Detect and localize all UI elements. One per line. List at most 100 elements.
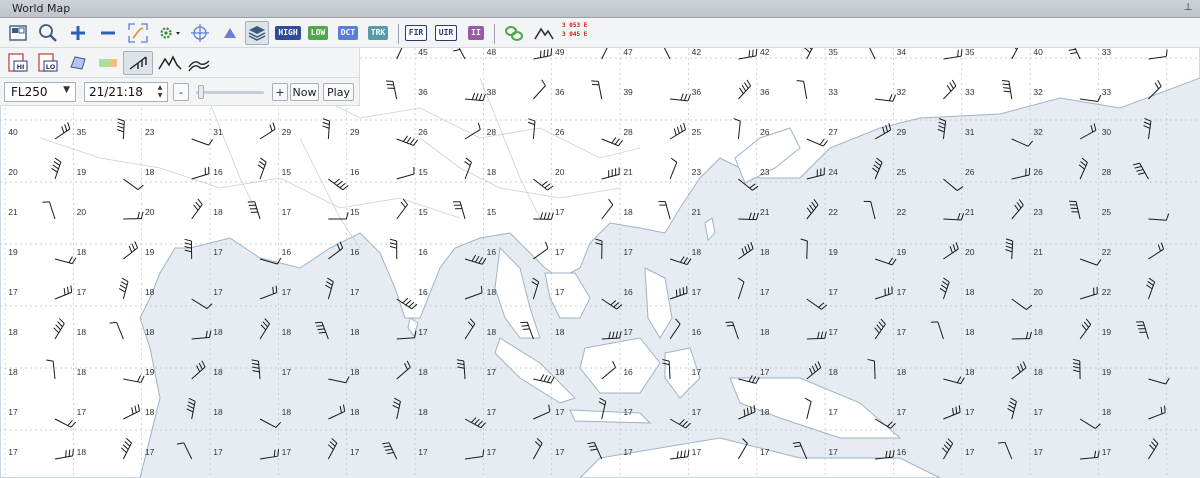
temperature-label: 18 bbox=[487, 327, 497, 337]
fit-route-icon[interactable] bbox=[126, 21, 150, 45]
wind-barb bbox=[1011, 167, 1031, 180]
temperature-label: 23 bbox=[1033, 207, 1043, 217]
temperature-label: 17 bbox=[213, 447, 223, 457]
zoom-search-icon[interactable] bbox=[36, 21, 60, 45]
toolbar-separator bbox=[494, 24, 495, 44]
temperature-label: 36 bbox=[555, 87, 565, 97]
uir-tag: UIR bbox=[434, 25, 458, 41]
contour-icon[interactable] bbox=[186, 51, 212, 75]
temperature-label: 33 bbox=[1102, 47, 1112, 57]
temperature-label: 29 bbox=[282, 127, 292, 137]
temperature-label: 18 bbox=[213, 367, 223, 377]
temperature-label: 18 bbox=[760, 327, 770, 337]
wind-barb bbox=[943, 376, 965, 385]
wind-barb bbox=[1072, 358, 1081, 380]
temperature-label: 17 bbox=[487, 367, 497, 377]
ii-toggle[interactable]: II bbox=[464, 21, 488, 45]
wind-barb bbox=[392, 397, 401, 420]
wind-barb bbox=[669, 418, 691, 429]
wind-barb bbox=[464, 285, 483, 300]
temperature-label: 17 bbox=[1033, 407, 1043, 417]
temperature-label: 35 bbox=[77, 127, 87, 137]
time-slider[interactable] bbox=[196, 85, 264, 99]
wind-barb bbox=[328, 376, 350, 384]
temperature-label: 18 bbox=[1033, 367, 1043, 377]
layers-icon[interactable] bbox=[245, 21, 269, 45]
zoom-out-icon[interactable] bbox=[96, 21, 120, 45]
dct-routes-toggle[interactable]: DCT bbox=[336, 21, 360, 45]
wind-barb bbox=[863, 200, 876, 220]
lo-chart-icon[interactable]: LO bbox=[36, 51, 60, 75]
temperature-label: 31 bbox=[213, 127, 223, 137]
temperature-label: 17 bbox=[692, 287, 702, 297]
temperature-label: 19 bbox=[77, 167, 87, 177]
temperature-label: 17 bbox=[623, 327, 633, 337]
temperature-label: 34 bbox=[897, 47, 907, 57]
temperature-label: 16 bbox=[350, 167, 360, 177]
toolbar-separator bbox=[398, 24, 399, 44]
wind-barb bbox=[806, 361, 822, 380]
landmass-new-guinea bbox=[729, 377, 902, 439]
flight-level-select[interactable]: FL250 ▼ bbox=[4, 82, 76, 102]
now-button[interactable]: Now bbox=[290, 83, 319, 101]
high-airways-toggle[interactable]: HIGH bbox=[275, 21, 301, 45]
trk-tag: TRK bbox=[367, 26, 389, 40]
temperature-label: 17 bbox=[213, 247, 223, 257]
temperature-label: 17 bbox=[77, 407, 87, 417]
temperature-label: 17 bbox=[487, 407, 497, 417]
temperature-label: 21 bbox=[1033, 247, 1043, 257]
terrain-chart-icon[interactable] bbox=[156, 51, 184, 75]
temperature-label: 40 bbox=[8, 127, 18, 137]
pin-icon[interactable]: ⊥ bbox=[1182, 1, 1194, 15]
play-button[interactable]: Play bbox=[323, 83, 354, 101]
temperature-label: 19 bbox=[1102, 367, 1112, 377]
zoom-in-icon[interactable] bbox=[66, 21, 90, 45]
temperature-label: 18 bbox=[77, 327, 87, 337]
settings-gear-dropdown-icon[interactable] bbox=[156, 21, 184, 45]
temperature-label: 17 bbox=[555, 407, 565, 417]
fir-boundaries-toggle[interactable]: FIR bbox=[404, 21, 428, 45]
temperature-label: 38 bbox=[487, 87, 497, 97]
wind-barb bbox=[872, 157, 883, 180]
triangle-marker-icon[interactable] bbox=[218, 21, 242, 45]
temperature-label: 17 bbox=[1033, 447, 1043, 457]
wind-barb bbox=[533, 404, 551, 420]
time-increase-button[interactable]: + bbox=[272, 83, 288, 101]
wind-barb bbox=[464, 254, 487, 265]
area-shape-icon[interactable] bbox=[66, 51, 90, 75]
hi-chart-icon[interactable]: HI bbox=[6, 51, 30, 75]
wind-barb bbox=[1136, 321, 1149, 340]
legend-color-icon[interactable] bbox=[96, 51, 120, 75]
temperature-label: 26 bbox=[760, 127, 770, 137]
time-slider-thumb[interactable] bbox=[198, 85, 204, 99]
wind-barb bbox=[1079, 123, 1097, 140]
temperature-label: 23 bbox=[145, 127, 155, 137]
chain-link-icon[interactable] bbox=[502, 21, 526, 45]
landmass-sri-lanka bbox=[407, 317, 419, 338]
time-decrease-button[interactable]: - bbox=[173, 83, 189, 101]
window-layout-icon[interactable] bbox=[6, 21, 30, 45]
crosshair-center-icon[interactable] bbox=[188, 21, 212, 45]
low-airways-toggle[interactable]: LOW bbox=[306, 21, 330, 45]
wind-barbs-toggle[interactable] bbox=[123, 51, 153, 75]
temperature-label: 17 bbox=[828, 447, 838, 457]
temperature-label: 31 bbox=[965, 127, 975, 137]
wind-barb bbox=[382, 442, 398, 460]
spin-arrows-icon[interactable]: ▲ ▼ bbox=[155, 84, 165, 100]
wind-barb bbox=[1148, 438, 1159, 460]
time-spinbox[interactable]: 21/21:18 ▲ ▼ bbox=[84, 82, 168, 102]
time-controls: FL250 ▼ 21/21:18 ▲ ▼ - + Now Play bbox=[0, 78, 360, 106]
temperature-label: 21 bbox=[692, 207, 702, 217]
wind-barb bbox=[737, 277, 745, 300]
temperature-label: 35 bbox=[965, 47, 975, 57]
temperature-label: 25 bbox=[897, 167, 907, 177]
tracks-toggle[interactable]: TRK bbox=[366, 21, 390, 45]
terrain-profile-icon[interactable] bbox=[532, 21, 556, 45]
uir-boundaries-toggle[interactable]: UIR bbox=[434, 21, 458, 45]
temperature-label: 32 bbox=[1033, 127, 1043, 137]
landmass-se-asia bbox=[494, 246, 541, 339]
temperature-label: 17 bbox=[760, 287, 770, 297]
temperature-label: 15 bbox=[350, 207, 360, 217]
temperature-label: 17 bbox=[350, 287, 360, 297]
wind-barb bbox=[1148, 213, 1170, 221]
